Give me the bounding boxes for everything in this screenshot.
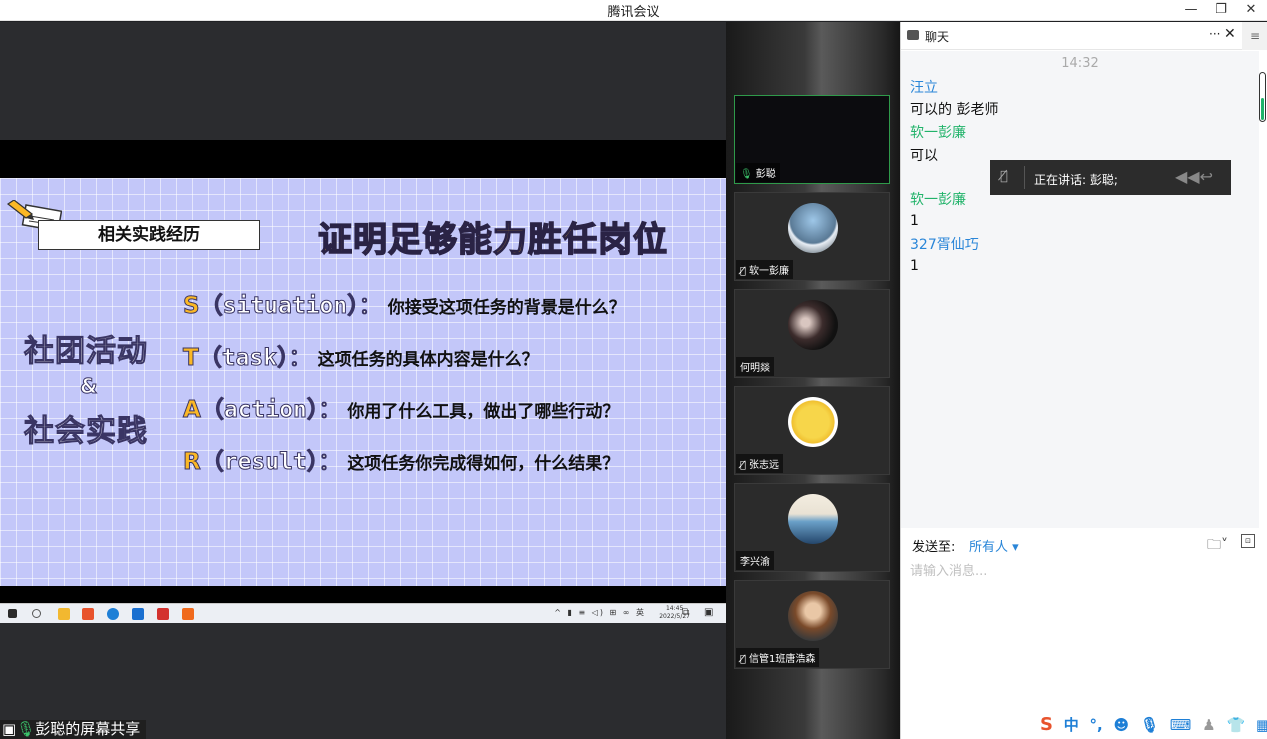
ime-lang-toggle[interactable]: 中: [1064, 714, 1079, 735]
message-input[interactable]: 请输入消息...: [910, 560, 987, 579]
send-to-label: 发送至:: [912, 540, 956, 555]
audience-select[interactable]: 所有人 ▾: [969, 536, 1019, 555]
shared-taskbar: ^ ▮ ≡ ◁) ⊞ ∞ 英 14:45 2022/5/27 ⧉ ▣: [0, 603, 726, 623]
star-item-r: R（result）： 这项任务你完成得如何，什么结果？: [183, 449, 620, 476]
avatar: [788, 397, 838, 447]
star-item-t: T（task）： 这项任务的具体内容是什么？: [183, 345, 539, 372]
mic-muted-icon: 🎙̸: [740, 266, 747, 277]
close-button[interactable]: ✕: [1236, 0, 1266, 20]
screen-share-icon: ▣: [2, 720, 17, 738]
presentation-app-icon: [182, 608, 194, 620]
mic-on-icon: 🎙: [740, 169, 753, 180]
participant-tile[interactable]: 🎙 彭聪: [734, 95, 890, 184]
title-bar: 腾讯会议 — ❐ ✕: [0, 0, 1267, 21]
message-sender: 软一彭廉: [910, 192, 966, 208]
message-text: 1: [910, 258, 919, 274]
sogou-logo-icon: S: [1040, 714, 1053, 735]
windows-start-icon: [8, 609, 17, 618]
participant-name: 何明燚: [736, 357, 774, 376]
message-sender: 327胥仙巧: [910, 237, 979, 253]
wps-icon: [157, 608, 169, 620]
shared-screen-area[interactable]: 相关实践经历 证明足够能力胜任岗位 社团活动 & 社会实践 S（situatio…: [0, 22, 726, 739]
screen-share-text: 彭聪的屏幕共享: [35, 720, 141, 738]
user-icon[interactable]: ♟: [1202, 716, 1215, 734]
system-tray: ^ ▮ ≡ ◁) ⊞ ∞ 英: [554, 608, 646, 617]
chat-menu-button[interactable]: ≡: [1242, 22, 1267, 50]
left-heading-bottom: 社会实践: [24, 414, 148, 450]
avatar: [788, 203, 838, 253]
participant-name: 李兴渝: [736, 551, 774, 570]
meeting-app-icon: [132, 608, 144, 620]
voice-input-icon[interactable]: 🎙: [1140, 716, 1159, 734]
participant-name: 🎙̸ 软一彭廉: [736, 260, 794, 279]
chat-title: 聊天: [925, 30, 950, 44]
message-sender: 软一彭廉: [910, 125, 966, 141]
star-item-s: S（situation）： 你接受这项任务的背景是什么？: [183, 293, 626, 320]
minimize-button[interactable]: —: [1176, 0, 1206, 20]
section-label: 相关实践经历: [38, 220, 260, 250]
window-title: 腾讯会议: [607, 5, 660, 20]
avatar: [788, 591, 838, 641]
mic-muted-icon: 🎙̸: [740, 654, 747, 665]
skin-icon[interactable]: 👕: [1226, 716, 1245, 734]
message-timestamp: 14:32: [1061, 56, 1099, 71]
divider: [1024, 166, 1025, 189]
message-text: 可以: [910, 148, 938, 164]
message-sender: 汪立: [910, 80, 938, 96]
participant-tile[interactable]: 🎙̸ 软一彭廉: [734, 192, 890, 281]
mic-muted-icon: 🎙̸: [1000, 169, 1008, 184]
participant-tile[interactable]: 🎙̸ 张志远: [734, 386, 890, 475]
keyboard-icon[interactable]: ⌨: [1170, 716, 1192, 734]
ime-toolbar: S 中 °, ☻ 🎙 ⌨ ♟ 👕 ▦: [1040, 714, 1267, 739]
avatar: [788, 300, 838, 350]
mic-muted-icon: 🎙̸: [740, 460, 747, 471]
participant-name: 🎙̸ 信管1班唐浩森: [736, 648, 820, 667]
folder-icon: [58, 608, 70, 620]
participant-name: 🎙 彭聪: [736, 163, 780, 182]
chat-close-button[interactable]: ✕: [1224, 26, 1236, 42]
participant-tile[interactable]: 李兴渝: [734, 483, 890, 572]
chat-panel: 聊天 ··· ✕ ≡ 14:32 汪立 可以的 彭老师 软一彭廉 可以 软一彭廉…: [900, 22, 1267, 739]
letterbox-bottom: [0, 586, 726, 604]
collapse-arrow-icon[interactable]: ◀◀↩: [1175, 167, 1213, 186]
message-list[interactable]: 14:32 汪立 可以的 彭老师 软一彭廉 可以 软一彭廉 1 327胥仙巧 1: [901, 51, 1259, 528]
left-heading-amp: &: [79, 374, 98, 399]
file-icon[interactable]: 🗀˅: [1207, 534, 1228, 558]
speaking-indicator: 🎙̸ 正在讲话: 彭聪; ◀◀↩: [990, 160, 1231, 195]
participant-tile[interactable]: 🎙̸ 信管1班唐浩森: [734, 580, 890, 669]
tray-app-icon: ⧉: [682, 607, 690, 618]
participant-tile[interactable]: 何明燚: [734, 289, 890, 378]
chat-icon: [907, 30, 919, 40]
app-icon-red: [82, 608, 94, 620]
more-options-button[interactable]: ···: [1209, 27, 1220, 41]
ime-punct-toggle[interactable]: °,: [1090, 716, 1103, 734]
screenshot-icon[interactable]: ⊡: [1241, 534, 1255, 548]
avatar: [788, 494, 838, 544]
left-heading-top: 社团活动: [24, 334, 148, 370]
notification-icon: ▣: [704, 607, 714, 618]
toolbox-icon[interactable]: ▦: [1256, 716, 1267, 734]
letterbox-top: [0, 140, 726, 178]
restore-button[interactable]: ❐: [1206, 0, 1236, 20]
browser-icon: [107, 608, 119, 620]
speaking-text: 正在讲话: 彭聪;: [1034, 173, 1118, 187]
screen-share-label: ▣🎙彭聪的屏幕共享: [0, 720, 147, 739]
chat-scrollbar[interactable]: [1259, 72, 1266, 122]
presentation-slide: 相关实践经历 证明足够能力胜任岗位 社团活动 & 社会实践 S（situatio…: [0, 178, 726, 588]
message-composer: 发送至: 所有人 ▾ 🗀˅ ⊡ 请输入消息...: [901, 528, 1267, 739]
star-item-a: A（action）： 你用了什么工具，做出了哪些行动？: [183, 397, 620, 424]
chat-header: 聊天 ··· ✕ ≡: [901, 22, 1267, 50]
search-icon: [32, 609, 41, 618]
participant-name: 🎙̸ 张志远: [736, 454, 784, 473]
emoji-icon[interactable]: ☻: [1114, 716, 1130, 734]
message-text: 可以的 彭老师: [910, 102, 999, 118]
slide-heading: 证明足够能力胜任岗位: [317, 219, 668, 261]
mic-icon: 🎙: [16, 720, 36, 738]
message-text: 1: [910, 213, 919, 229]
participant-strip: 🎙 彭聪 🎙̸ 软一彭廉 何明燚 🎙̸ 张志远 李兴渝 🎙̸ 信管1班唐浩森: [726, 22, 900, 739]
